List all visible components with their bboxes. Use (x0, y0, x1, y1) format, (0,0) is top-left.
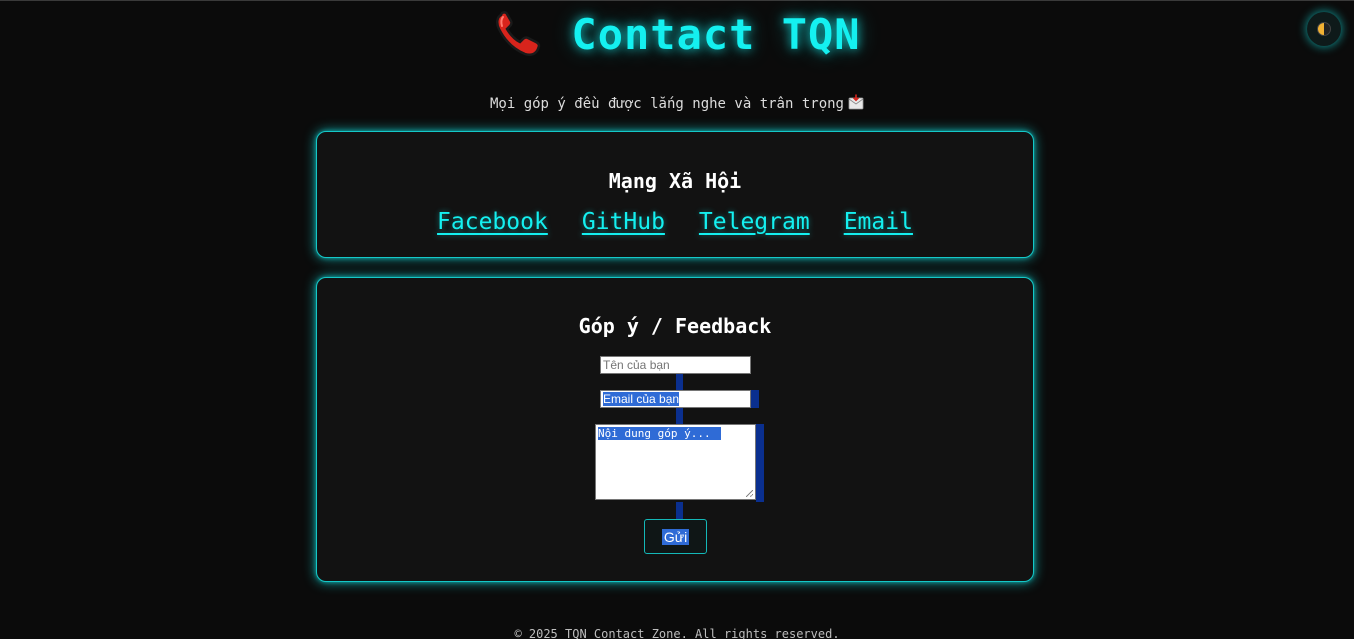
message-textarea[interactable]: Nội dung góp ý... (595, 424, 756, 500)
social-title: Mạng Xã Hội (608, 169, 742, 193)
contact-page: Contact TQN Mọi góp ý đều được lắng nghe… (0, 0, 1354, 639)
message-placeholder: Nội dung góp ý... (598, 427, 721, 440)
selection-highlight (756, 424, 764, 502)
email-link[interactable]: Email (844, 209, 913, 235)
selection-highlight (676, 408, 683, 424)
social-links: Facebook GitHub Telegram Email (317, 209, 1033, 235)
page-header: Contact TQN (0, 9, 1354, 63)
selection-highlight (751, 390, 759, 408)
facebook-link[interactable]: Facebook (437, 209, 548, 235)
feedback-card: Góp ý / Feedback Tên của bạn Email của b… (316, 277, 1034, 582)
name-placeholder: Tên của bạn (603, 358, 670, 372)
email-input[interactable]: Email của bạn (600, 390, 751, 408)
title-row: Contact TQN (493, 9, 860, 59)
feedback-title: Góp ý / Feedback (578, 314, 772, 338)
email-placeholder: Email của bạn (603, 392, 680, 406)
subtitle: Mọi góp ý đều được lắng nghe và trân trọ… (0, 94, 1354, 112)
submit-label: Gửi (661, 528, 690, 545)
name-input[interactable]: Tên của bạn (600, 356, 751, 374)
resize-grip-icon[interactable] (746, 490, 753, 497)
social-card: Mạng Xã Hội Facebook GitHub Telegram Ema… (316, 131, 1034, 258)
footer: © 2025 TQN Contact Zone. All rights rese… (514, 627, 840, 639)
selection-highlight (676, 502, 683, 519)
incoming-envelope-icon (848, 94, 864, 110)
page-title: Contact TQN (571, 9, 861, 59)
submit-button[interactable]: Gửi (644, 519, 707, 554)
selection-highlight (676, 374, 683, 390)
half-moon-icon (1317, 22, 1331, 36)
github-link[interactable]: GitHub (582, 209, 665, 235)
feedback-form: Tên của bạn Email của bạn Nội dung góp ý… (317, 356, 1035, 576)
subtitle-text: Mọi góp ý đều được lắng nghe và trân trọ… (489, 96, 844, 112)
telephone-receiver-icon (493, 9, 543, 59)
theme-toggle-button[interactable] (1307, 12, 1341, 46)
telegram-link[interactable]: Telegram (699, 209, 810, 235)
